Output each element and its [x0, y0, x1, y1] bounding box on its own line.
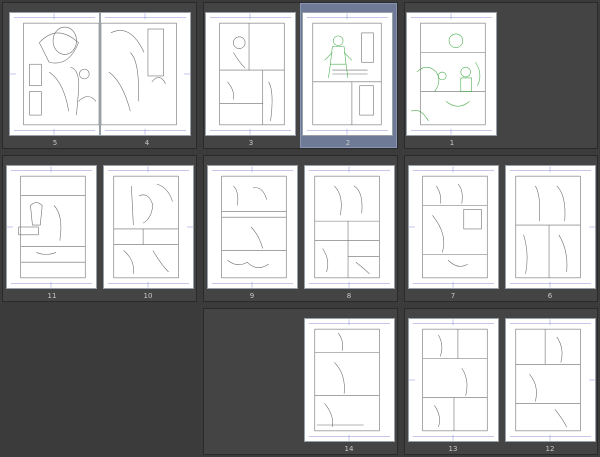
page-thumbnail-4[interactable] [100, 12, 191, 136]
page-number-label: 8 [346, 292, 352, 300]
page-number-label: 3 [248, 139, 254, 147]
sketch-icon [306, 13, 389, 135]
page-number-label: 11 [47, 292, 57, 300]
page-thumbnail-2[interactable] [302, 12, 393, 136]
sketch-icon [409, 166, 495, 288]
page-number-label: 13 [448, 445, 458, 453]
page-thumbnail-11[interactable] [6, 165, 97, 289]
page-thumbnail-grid: 5 4 3 2 1 11 10 9 8 7 6 14 13 12 [0, 0, 600, 457]
page-thumbnail-8[interactable] [304, 165, 395, 289]
page-number-label: 10 [143, 292, 153, 300]
page-thumbnail-12[interactable] [505, 318, 596, 442]
page-number-label: 12 [545, 445, 555, 453]
sketch-icon [410, 13, 493, 135]
page-number-label: 1 [449, 139, 455, 147]
page-number-label: 7 [450, 292, 456, 300]
sketch-icon [10, 13, 99, 135]
page-number-label: 14 [344, 445, 354, 453]
sketch-icon [308, 166, 391, 288]
page-thumbnail-1[interactable] [406, 12, 497, 136]
sketch-icon [509, 166, 595, 288]
sketch-icon [107, 166, 193, 288]
page-thumbnail-9[interactable] [207, 165, 298, 289]
page-thumbnail-14[interactable] [304, 318, 395, 442]
page-number-label: 2 [345, 139, 351, 147]
page-number-label: 4 [144, 139, 150, 147]
sketch-icon [409, 319, 495, 441]
page-thumbnail-13[interactable] [408, 318, 499, 442]
sketch-icon [7, 166, 93, 288]
sketch-icon [308, 319, 391, 441]
page-number-label: 9 [249, 292, 255, 300]
sketch-icon [211, 166, 294, 288]
page-thumbnail-5[interactable] [9, 12, 100, 136]
page-thumbnail-6[interactable] [505, 165, 596, 289]
page-number-label: 5 [52, 139, 58, 147]
sketch-icon [509, 319, 595, 441]
page-thumbnail-7[interactable] [408, 165, 499, 289]
page-thumbnail-3[interactable] [205, 12, 296, 136]
page-thumbnail-10[interactable] [103, 165, 194, 289]
page-number-label: 6 [547, 292, 553, 300]
sketch-icon [101, 13, 190, 135]
sketch-icon [209, 13, 292, 135]
